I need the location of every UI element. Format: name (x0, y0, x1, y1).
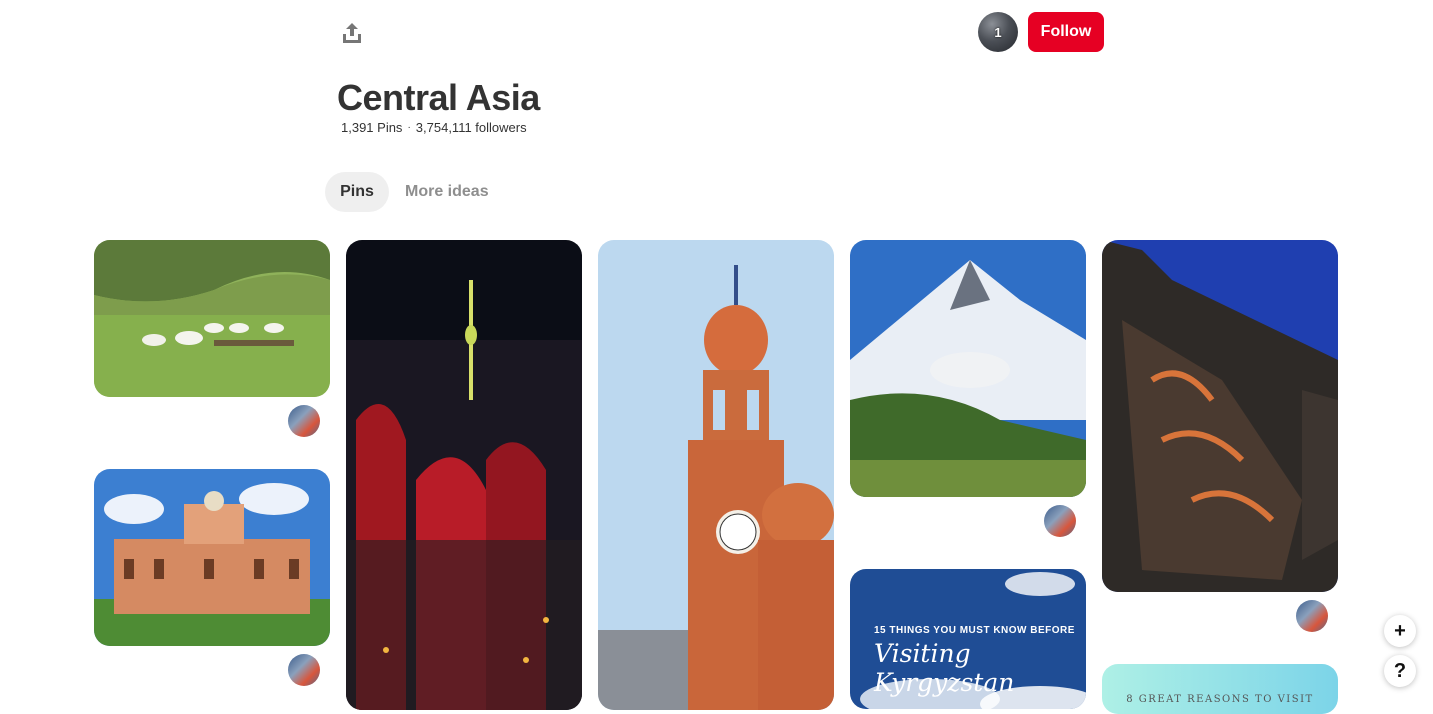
pin-saver-avatar[interactable] (1044, 505, 1076, 537)
pin-visiting-kyrgyzstan[interactable]: 15 THINGS YOU MUST KNOW BEFORE Visiting … (850, 569, 1086, 709)
pin-image (1102, 240, 1338, 592)
pin-saver-avatar[interactable] (288, 654, 320, 686)
pin-baku-night[interactable] (346, 240, 582, 710)
followers-count[interactable]: 3,754,111 followers (416, 120, 527, 135)
pin-overlay-title: Visiting Kyrgyzstan (874, 639, 1015, 697)
pin-great-reasons[interactable]: 8 GREAT REASONS TO VISIT (1102, 664, 1338, 714)
add-button[interactable]: + (1384, 615, 1416, 647)
board-title: Central Asia (337, 77, 540, 118)
owner-avatar-count: 1 (994, 24, 1002, 40)
question-icon: ? (1393, 659, 1407, 682)
pin-mountain[interactable] (850, 240, 1086, 497)
pin-image (1102, 664, 1338, 714)
pin-image (94, 469, 330, 646)
pin-image (346, 240, 582, 710)
pin-saver-avatar[interactable] (288, 405, 320, 437)
plus-icon: + (1394, 619, 1406, 642)
board-stats: 1,391 Pins · 3,754,111 followers (341, 120, 527, 135)
tab-more-ideas[interactable]: More ideas (396, 172, 498, 212)
pin-clock-tower[interactable] (598, 240, 834, 710)
tab-pins[interactable]: Pins (325, 172, 389, 212)
pin-image (94, 240, 330, 397)
share-button[interactable] (336, 17, 368, 49)
pin-overlay-title: 8 GREAT REASONS TO VISIT (1126, 694, 1314, 705)
pin-saver-avatar[interactable] (1296, 600, 1328, 632)
pins-count: 1,391 Pins (341, 120, 403, 135)
pin-image (850, 240, 1086, 497)
board-owner-avatar[interactable]: 1 (978, 12, 1018, 52)
help-button[interactable]: ? (1384, 655, 1416, 687)
stats-separator: · (407, 122, 411, 133)
share-upload-icon (343, 23, 361, 43)
follow-button[interactable]: Follow (1028, 12, 1104, 52)
pin-overlay-subtitle: 15 THINGS YOU MUST KNOW BEFORE (874, 625, 1075, 636)
pin-palace[interactable] (94, 469, 330, 646)
pin-petroglyphs[interactable] (1102, 240, 1338, 592)
pin-steppe-yurts[interactable] (94, 240, 330, 397)
pin-image (598, 240, 834, 710)
